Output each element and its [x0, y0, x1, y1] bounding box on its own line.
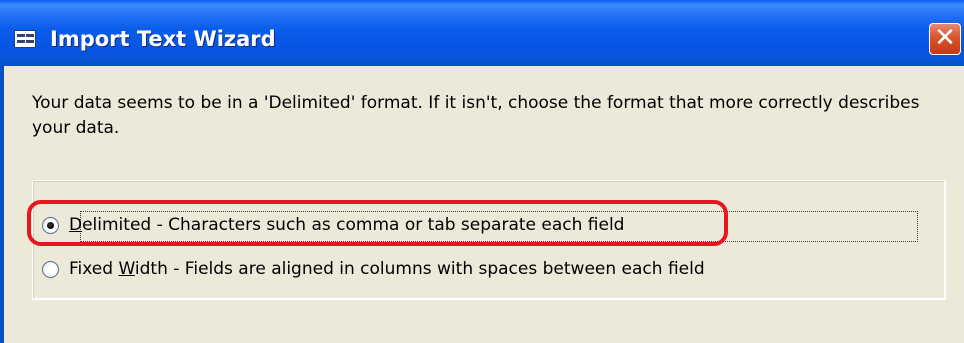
fixed-width-radio-button[interactable]	[42, 260, 59, 278]
format-description: Your data seems to be in a 'Delimited' f…	[32, 93, 920, 138]
fixed-width-option[interactable]: Fixed Width - Fields are aligned in colu…	[42, 257, 705, 281]
fixed-width-option-label[interactable]: Fixed Width - Fields are aligned in colu…	[69, 259, 705, 279]
fixed-width-label-prefix: Fixed	[69, 259, 119, 279]
close-icon: ✕	[934, 23, 956, 53]
fixed-width-accelerator-key: W	[118, 259, 135, 279]
import-text-wizard-window: Import Text Wizard ✕ Your data seems to …	[0, 0, 964, 343]
title-bar[interactable]: Import Text Wizard ✕	[0, 0, 964, 66]
window-frame-left	[0, 66, 4, 343]
red-highlight-annotation	[27, 200, 728, 246]
window-title: Import Text Wizard	[50, 27, 276, 51]
close-button[interactable]: ✕	[929, 23, 961, 55]
fixed-width-label-text: idth - Fields are aligned in columns wit…	[134, 259, 705, 279]
datasheet-icon	[14, 30, 36, 48]
